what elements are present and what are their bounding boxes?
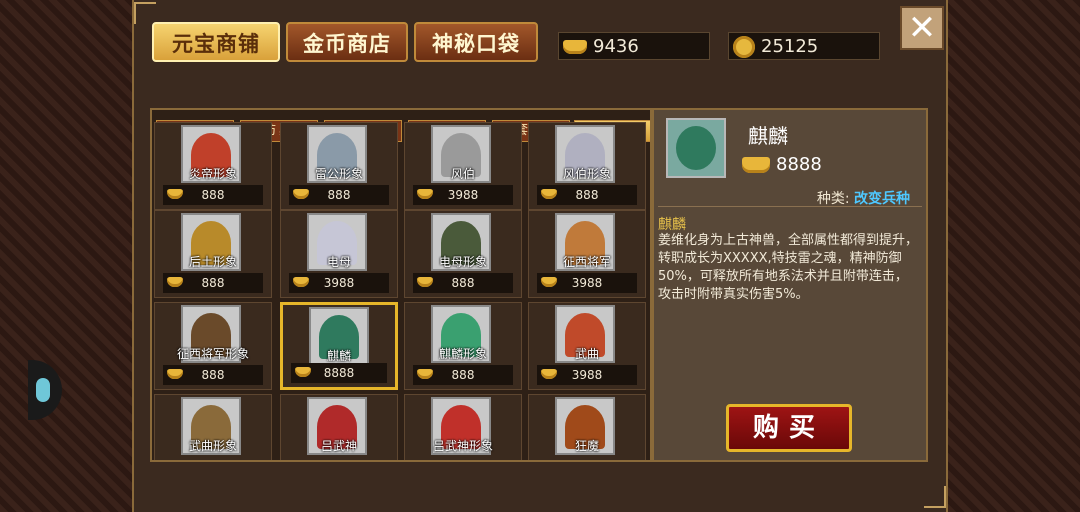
ingot-balance: 9436 (558, 32, 710, 60)
qilin-figure (676, 126, 716, 170)
item-name: 风伯形象 (562, 167, 611, 181)
item-name: 麒麟 (326, 349, 351, 363)
detail-price: 8888 (738, 154, 822, 175)
ingot-icon (417, 369, 433, 379)
item-price: 8888 (291, 363, 387, 383)
item-price-value: 888 (451, 276, 475, 290)
detail-price-value: 8888 (776, 154, 822, 175)
close-icon: ✕ (907, 8, 937, 48)
divider (658, 206, 922, 207)
item-cell[interactable]: 征西将军形象 888 (154, 302, 272, 390)
item-cell[interactable]: 武曲 3988 (528, 302, 646, 390)
ingot-icon (417, 189, 433, 199)
ingot-icon (563, 40, 587, 54)
item-price: 3988 (413, 185, 513, 205)
item-price-value: 8888 (323, 366, 355, 380)
item-name: 麒麟形象 (438, 347, 487, 361)
coin-icon (733, 36, 755, 58)
ingot-amount: 9436 (593, 36, 639, 57)
item-cell[interactable]: 雷公形象 888 (280, 122, 398, 210)
item-cell[interactable]: 风伯 3988 (404, 122, 522, 210)
item-price-value: 3988 (323, 276, 355, 290)
ingot-icon (293, 189, 309, 199)
item-price-value: 888 (201, 276, 225, 290)
ingot-icon (167, 369, 183, 379)
item-name: 雷公形象 (314, 167, 363, 181)
item-name: 武曲 (574, 347, 599, 361)
item-price: 3988 (537, 273, 637, 293)
item-cell[interactable]: 电母形象 888 (404, 210, 522, 298)
tab-gold-shop[interactable]: 金币商店 (286, 22, 408, 62)
item-cell[interactable]: 征西将军 3988 (528, 210, 646, 298)
ingot-icon (417, 277, 433, 287)
item-price-value: 888 (327, 188, 351, 202)
item-name: 风伯 (450, 167, 475, 181)
item-price: 3988 (289, 273, 389, 293)
item-list-panel: 武器 防具 辅助 其他 套装 皮肤 炎帝形象888雷公形象888风伯3988风伯… (150, 108, 652, 462)
item-price-value: 888 (575, 188, 599, 202)
tab-mystery-bag[interactable]: 神秘口袋 (414, 22, 538, 62)
item-price-value: 888 (201, 188, 225, 202)
detail-type-label: 种类: (816, 191, 850, 207)
item-cell[interactable]: 电母 3988 (280, 210, 398, 298)
item-cell[interactable]: 吕武神形象 (404, 394, 522, 460)
item-price-value: 3988 (571, 276, 603, 290)
item-name: 征西将军形象 (176, 347, 249, 361)
coin-balance: 25125 (728, 32, 880, 60)
item-name: 武曲形象 (188, 439, 237, 453)
item-price: 888 (537, 185, 637, 205)
item-price: 888 (413, 273, 513, 293)
ingot-icon (167, 277, 183, 287)
right-background (948, 0, 1080, 512)
ingot-icon (167, 189, 183, 199)
item-name: 电母形象 (438, 255, 487, 269)
close-button[interactable]: ✕ (900, 6, 944, 50)
item-name: 征西将军 (562, 255, 611, 269)
item-cell[interactable]: 后土形象 888 (154, 210, 272, 298)
ingot-icon (541, 277, 557, 287)
left-background (0, 0, 132, 512)
item-cell[interactable]: 麒麟 8888 (280, 302, 398, 390)
ingot-icon (541, 189, 557, 199)
tab-ingot-shop[interactable]: 元宝商铺 (152, 22, 280, 62)
assistant-icon (36, 378, 50, 402)
ingot-icon (293, 277, 309, 287)
item-cell[interactable]: 武曲形象 (154, 394, 272, 460)
frame-corner (924, 486, 946, 508)
detail-name: 麒麟 (748, 124, 788, 148)
detail-portrait (666, 118, 726, 178)
ingot-icon (295, 367, 311, 377)
detail-type: 种类: 改变兵种 (817, 188, 910, 208)
item-detail-panel: 麒麟 8888 种类: 改变兵种 麒麟 姜维化身为上古神兽，全部属性都得到提升，… (652, 108, 928, 462)
item-price-value: 888 (201, 368, 225, 382)
detail-type-value: 改变兵种 (854, 191, 910, 207)
item-name: 吕武神形象 (432, 439, 493, 453)
frame-corner (134, 2, 156, 24)
item-price: 888 (163, 365, 263, 385)
item-price-value: 3988 (571, 368, 603, 382)
detail-description: 姜维化身为上古神兽，全部属性都得到提升，转职成长为XXXXX,特技雷之魂，精神防… (658, 233, 919, 302)
item-name: 狂魔 (574, 439, 599, 453)
item-name: 后土形象 (188, 255, 237, 269)
item-price: 3988 (537, 365, 637, 385)
detail-title: 麒麟 (658, 217, 686, 233)
buy-button[interactable]: 购买 (726, 404, 852, 452)
item-name: 炎帝形象 (188, 167, 237, 181)
item-cell[interactable]: 炎帝形象 888 (154, 122, 272, 210)
ingot-icon (541, 369, 557, 379)
item-price: 888 (413, 365, 513, 385)
item-price: 888 (163, 273, 263, 293)
item-price: 888 (289, 185, 389, 205)
item-name: 电母 (326, 255, 351, 269)
item-cell[interactable]: 风伯形象 888 (528, 122, 646, 210)
item-name: 吕武神 (320, 439, 357, 453)
item-price-value: 888 (451, 368, 475, 382)
item-cell[interactable]: 吕武神 (280, 394, 398, 460)
item-cell[interactable]: 狂魔 (528, 394, 646, 460)
item-price: 888 (163, 185, 263, 205)
item-cell[interactable]: 麒麟形象 888 (404, 302, 522, 390)
item-price-value: 3988 (447, 188, 479, 202)
coin-amount: 25125 (761, 36, 819, 57)
ingot-icon (742, 157, 770, 173)
